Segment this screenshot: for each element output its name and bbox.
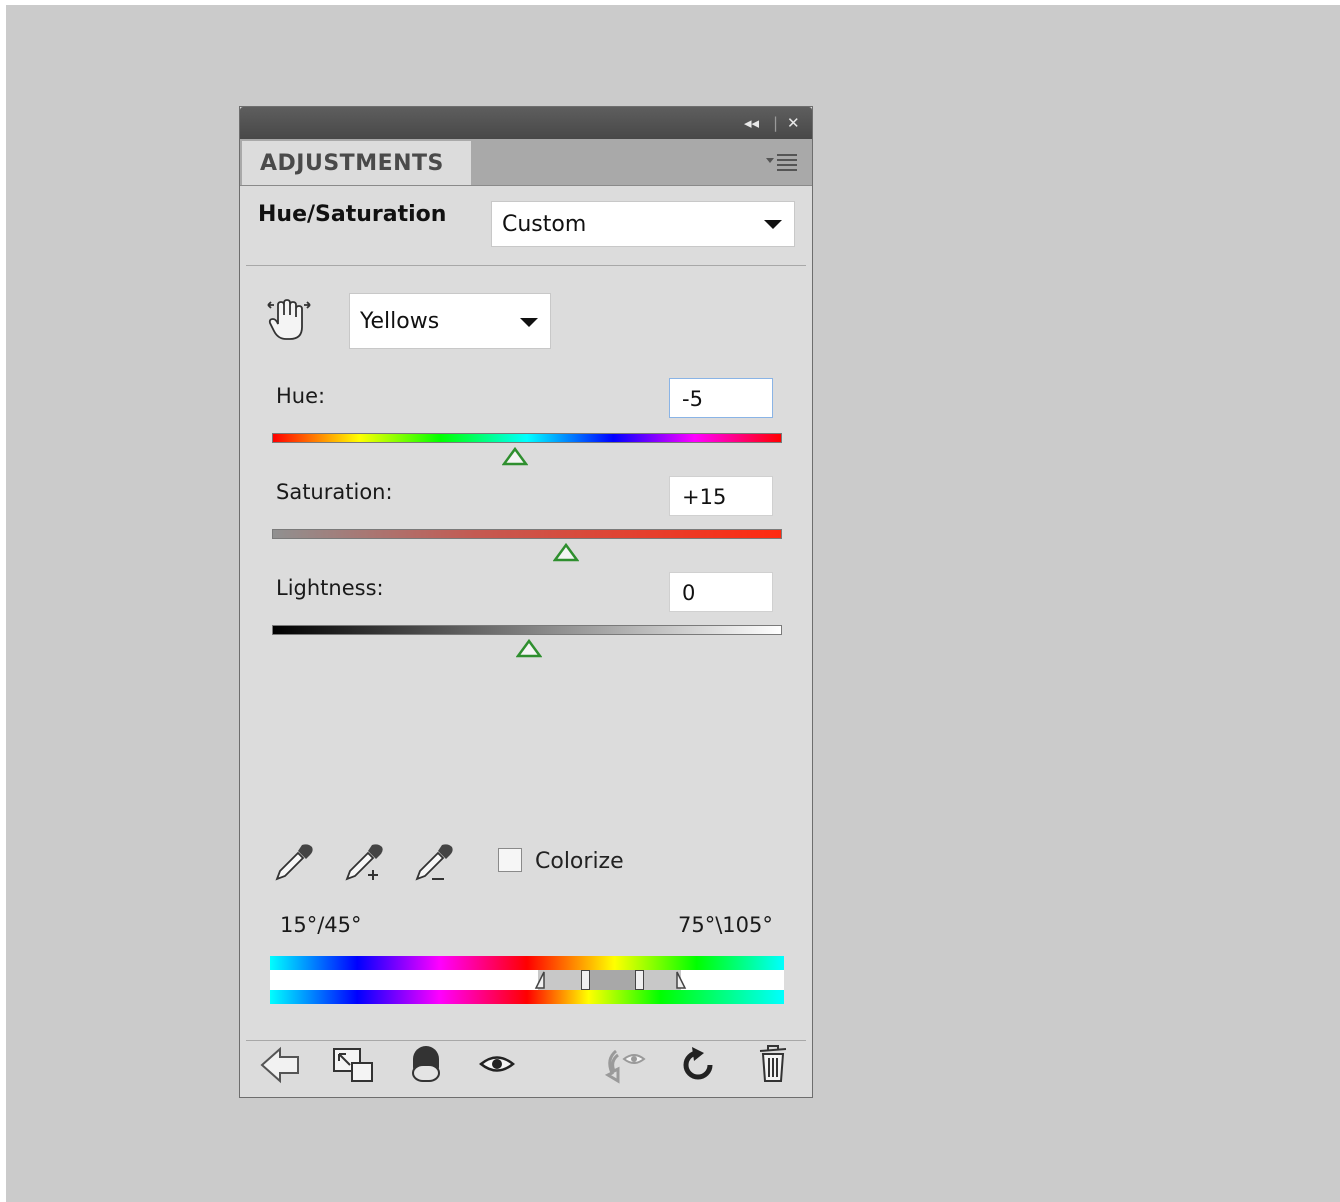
adjustment-title: Hue/Saturation bbox=[258, 202, 447, 227]
colorize-label: Colorize bbox=[535, 849, 624, 874]
double-chevron-left-icon[interactable]: ◂◂ bbox=[744, 113, 759, 133]
panel-titlebar: ◂◂ | ✕ bbox=[240, 107, 812, 139]
lightness-field[interactable] bbox=[682, 581, 772, 605]
range-left-handle[interactable] bbox=[581, 970, 590, 990]
hue-slider-thumb[interactable] bbox=[502, 447, 528, 467]
header-divider bbox=[246, 265, 806, 266]
chevron-down-icon bbox=[520, 318, 538, 327]
lightness-slider-thumb[interactable] bbox=[516, 639, 542, 659]
expand-view-icon[interactable] bbox=[332, 1047, 376, 1085]
hand-adjust-icon[interactable] bbox=[264, 297, 314, 345]
range-right-falloff-handle[interactable] bbox=[675, 970, 687, 990]
range-right-readout: 75°\105° bbox=[678, 913, 773, 937]
hue-input[interactable] bbox=[669, 378, 773, 418]
hue-label: Hue: bbox=[276, 384, 326, 408]
range-core-area bbox=[584, 970, 642, 990]
saturation-input[interactable] bbox=[669, 476, 773, 516]
saturation-slider-track[interactable] bbox=[272, 529, 782, 539]
previous-state-icon[interactable] bbox=[602, 1045, 648, 1085]
preset-dropdown[interactable]: Custom bbox=[491, 201, 795, 247]
eyedropper-plus-icon[interactable] bbox=[342, 841, 386, 887]
eyedropper-minus-icon[interactable] bbox=[412, 841, 456, 887]
preset-value: Custom bbox=[502, 212, 587, 237]
adjustments-panel: ◂◂ | ✕ ADJUSTMENTS Hue/Saturation Custom… bbox=[239, 106, 813, 1098]
panel-menu-icon[interactable] bbox=[762, 149, 802, 173]
tab-label: ADJUSTMENTS bbox=[260, 151, 444, 176]
top-color-bar bbox=[270, 956, 784, 970]
range-slider-strip[interactable] bbox=[270, 970, 784, 990]
range-left-readout: 15°/45° bbox=[280, 913, 362, 937]
titlebar-separator: | bbox=[773, 114, 779, 132]
trash-icon[interactable] bbox=[756, 1043, 790, 1085]
clip-to-layer-icon[interactable] bbox=[410, 1043, 442, 1087]
hue-field[interactable] bbox=[682, 387, 772, 411]
lightness-input[interactable] bbox=[669, 572, 773, 612]
saturation-field[interactable] bbox=[682, 485, 772, 509]
range-right-handle[interactable] bbox=[635, 970, 644, 990]
saturation-label: Saturation: bbox=[276, 480, 393, 504]
tab-row: ADJUSTMENTS bbox=[240, 139, 812, 186]
range-left-falloff-handle[interactable] bbox=[534, 970, 546, 990]
close-icon[interactable]: ✕ bbox=[787, 113, 800, 133]
lightness-label: Lightness: bbox=[276, 576, 384, 600]
lightness-slider-track[interactable] bbox=[272, 625, 782, 635]
bottom-color-bar bbox=[270, 990, 784, 1004]
channel-value: Yellows bbox=[360, 309, 440, 334]
chevron-down-icon bbox=[764, 220, 782, 229]
hue-slider-track[interactable] bbox=[272, 433, 782, 443]
saturation-slider-thumb[interactable] bbox=[553, 543, 579, 563]
reset-icon[interactable] bbox=[678, 1045, 718, 1085]
channel-dropdown[interactable]: Yellows bbox=[349, 293, 551, 349]
back-arrow-icon[interactable] bbox=[258, 1045, 304, 1085]
tab-adjustments[interactable]: ADJUSTMENTS bbox=[242, 141, 471, 185]
colorize-checkbox[interactable] bbox=[498, 848, 522, 872]
eye-icon[interactable] bbox=[478, 1051, 516, 1077]
eyedropper-icon[interactable] bbox=[272, 841, 316, 885]
footer-divider bbox=[246, 1040, 806, 1041]
